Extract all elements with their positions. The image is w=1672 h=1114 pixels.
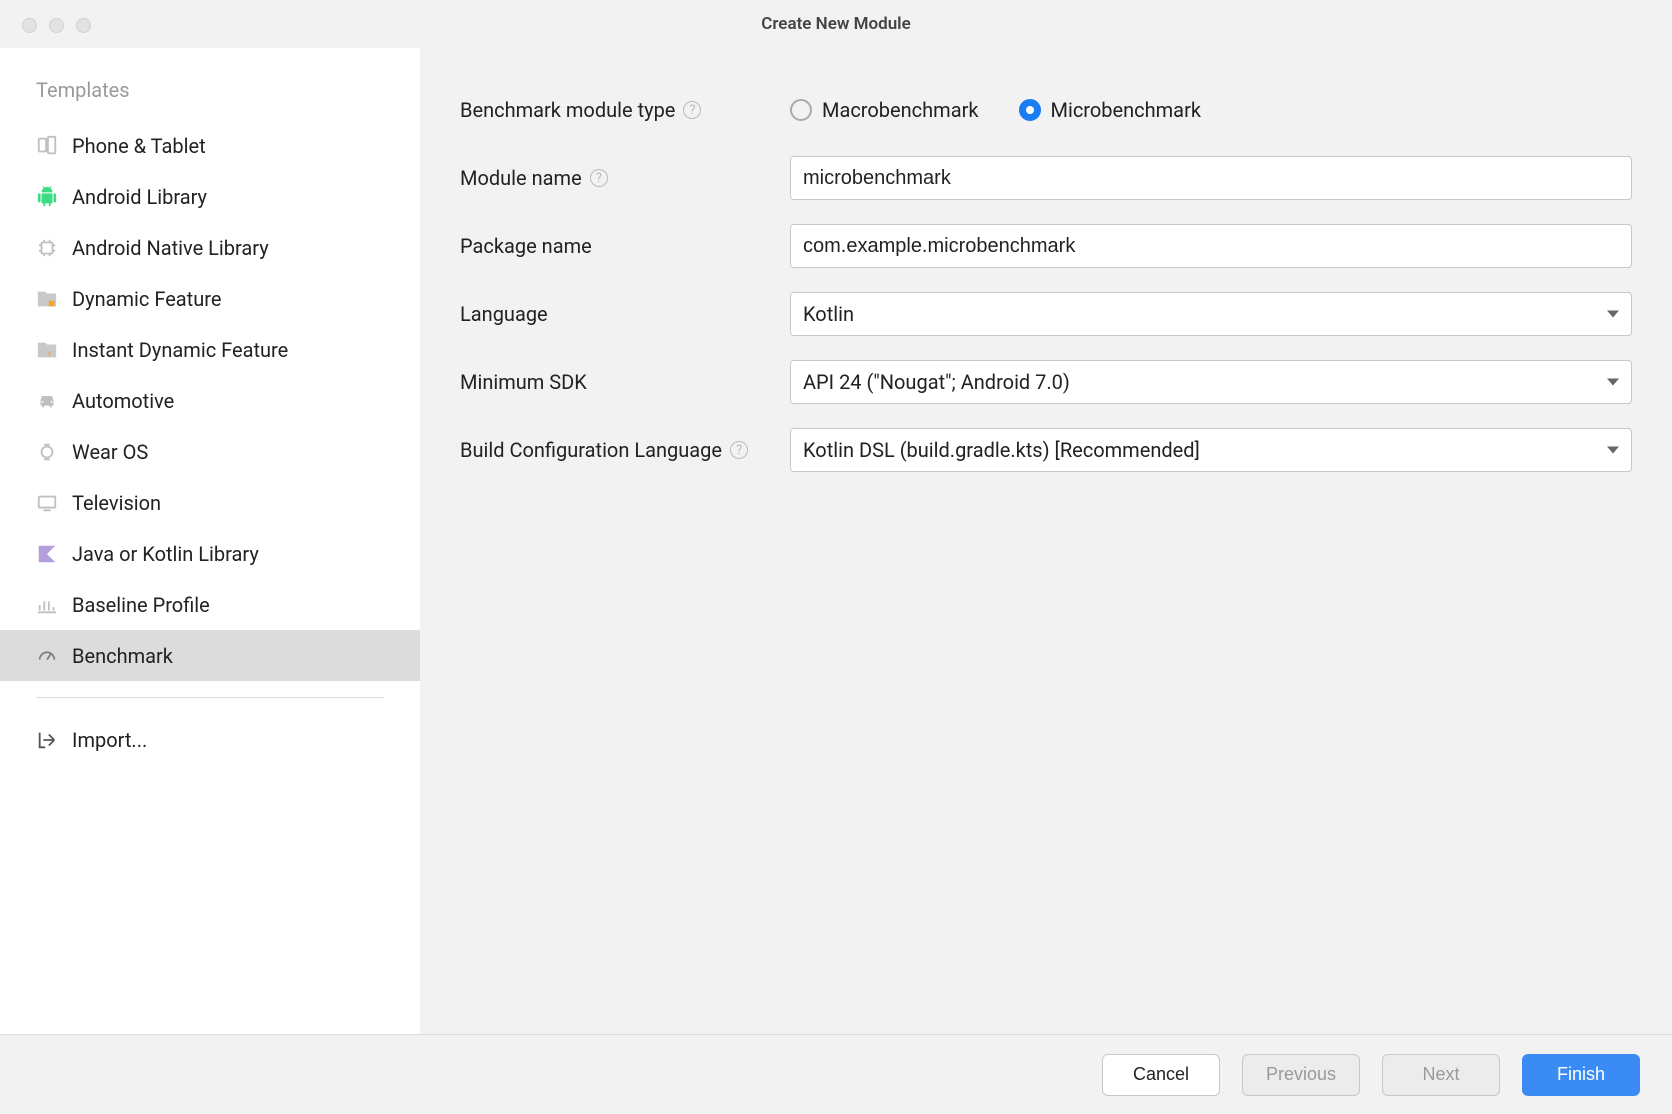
zoom-window-button[interactable] — [76, 18, 91, 33]
sidebar-item-label: Import... — [72, 728, 147, 752]
language-select[interactable]: Kotlin — [790, 292, 1632, 336]
sidebar-item-label: Wear OS — [72, 440, 148, 464]
label-minimum-sdk: Minimum SDK — [460, 370, 790, 394]
sidebar-item-label: Television — [72, 491, 161, 515]
window-title: Create New Module — [16, 14, 1656, 34]
finish-button[interactable]: Finish — [1522, 1054, 1640, 1096]
footer: Cancel Previous Next Finish — [0, 1034, 1672, 1114]
help-icon[interactable]: ? — [590, 169, 608, 187]
sidebar: Templates Phone & Tablet Android Library — [0, 48, 420, 1034]
folder-instant-icon — [36, 339, 58, 361]
sidebar-item-television[interactable]: Television — [0, 477, 420, 528]
sidebar-item-phone-tablet[interactable]: Phone & Tablet — [0, 120, 420, 171]
package-name-input[interactable] — [790, 224, 1632, 268]
select-value: API 24 ("Nougat"; Android 7.0) — [803, 370, 1070, 394]
android-icon — [36, 186, 58, 208]
phone-tablet-icon — [36, 135, 58, 157]
sidebar-item-label: Instant Dynamic Feature — [72, 338, 288, 362]
chevron-down-icon — [1607, 379, 1619, 386]
content-area: Templates Phone & Tablet Android Library — [0, 48, 1672, 1034]
template-list: Phone & Tablet Android Library Android N… — [0, 120, 420, 681]
minimum-sdk-select[interactable]: API 24 ("Nougat"; Android 7.0) — [790, 360, 1632, 404]
sidebar-item-label: Automotive — [72, 389, 174, 413]
chevron-down-icon — [1607, 311, 1619, 318]
label-text: Benchmark module type — [460, 98, 675, 122]
label-text: Module name — [460, 166, 582, 190]
sidebar-item-automotive[interactable]: Automotive — [0, 375, 420, 426]
row-language: Language Kotlin — [460, 292, 1632, 336]
form-panel: Benchmark module type ? Macrobenchmark M… — [420, 48, 1672, 1034]
next-button[interactable]: Next — [1382, 1054, 1500, 1096]
help-icon[interactable]: ? — [683, 101, 701, 119]
window-controls — [22, 18, 91, 33]
radio-circle-icon — [1019, 99, 1041, 121]
row-benchmark-type: Benchmark module type ? Macrobenchmark M… — [460, 88, 1632, 132]
sidebar-item-label: Android Native Library — [72, 236, 269, 260]
baseline-icon — [36, 594, 58, 616]
sidebar-item-wear-os[interactable]: Wear OS — [0, 426, 420, 477]
sidebar-item-instant-dynamic-feature[interactable]: Instant Dynamic Feature — [0, 324, 420, 375]
previous-button[interactable]: Previous — [1242, 1054, 1360, 1096]
minimize-window-button[interactable] — [49, 18, 64, 33]
cancel-button[interactable]: Cancel — [1102, 1054, 1220, 1096]
label-package-name: Package name — [460, 234, 790, 258]
label-benchmark-type: Benchmark module type ? — [460, 98, 790, 122]
row-build-config: Build Configuration Language ? Kotlin DS… — [460, 428, 1632, 472]
folder-dynamic-icon — [36, 288, 58, 310]
label-text: Package name — [460, 234, 592, 258]
label-language: Language — [460, 302, 790, 326]
dialog-window: Create New Module Templates Phone & Tabl… — [0, 0, 1672, 1114]
radio-circle-icon — [790, 99, 812, 121]
watch-icon — [36, 441, 58, 463]
sidebar-item-android-native-library[interactable]: Android Native Library — [0, 222, 420, 273]
gauge-icon — [36, 645, 58, 667]
kotlin-icon — [36, 543, 58, 565]
label-text: Language — [460, 302, 548, 326]
module-name-input[interactable] — [790, 156, 1632, 200]
chevron-down-icon — [1607, 447, 1619, 454]
sidebar-item-baseline-profile[interactable]: Baseline Profile — [0, 579, 420, 630]
radio-microbenchmark[interactable]: Microbenchmark — [1019, 98, 1201, 122]
benchmark-type-radio-group: Macrobenchmark Microbenchmark — [790, 98, 1632, 122]
sidebar-item-label: Baseline Profile — [72, 593, 210, 617]
car-icon — [36, 390, 58, 412]
label-module-name: Module name ? — [460, 166, 790, 190]
form: Benchmark module type ? Macrobenchmark M… — [460, 88, 1632, 472]
import-icon — [36, 729, 58, 751]
build-config-select[interactable]: Kotlin DSL (build.gradle.kts) [Recommend… — [790, 428, 1632, 472]
sidebar-header: Templates — [0, 58, 420, 120]
row-module-name: Module name ? — [460, 156, 1632, 200]
sidebar-item-label: Java or Kotlin Library — [72, 542, 259, 566]
tv-icon — [36, 492, 58, 514]
label-build-config: Build Configuration Language ? — [460, 438, 790, 462]
titlebar: Create New Module — [0, 0, 1672, 48]
sidebar-item-label: Benchmark — [72, 644, 173, 668]
row-package-name: Package name — [460, 224, 1632, 268]
label-text: Build Configuration Language — [460, 438, 722, 462]
label-text: Minimum SDK — [460, 370, 587, 394]
radio-label: Microbenchmark — [1051, 98, 1201, 122]
chip-icon — [36, 237, 58, 259]
help-icon[interactable]: ? — [730, 441, 748, 459]
sidebar-item-java-kotlin-library[interactable]: Java or Kotlin Library — [0, 528, 420, 579]
sidebar-item-import[interactable]: Import... — [0, 714, 420, 765]
radio-label: Macrobenchmark — [822, 98, 979, 122]
row-minimum-sdk: Minimum SDK API 24 ("Nougat"; Android 7.… — [460, 360, 1632, 404]
sidebar-item-label: Dynamic Feature — [72, 287, 221, 311]
radio-macrobenchmark[interactable]: Macrobenchmark — [790, 98, 979, 122]
sidebar-item-android-library[interactable]: Android Library — [0, 171, 420, 222]
sidebar-item-benchmark[interactable]: Benchmark — [0, 630, 420, 681]
sidebar-item-label: Android Library — [72, 185, 207, 209]
sidebar-item-dynamic-feature[interactable]: Dynamic Feature — [0, 273, 420, 324]
sidebar-item-label: Phone & Tablet — [72, 134, 206, 158]
sidebar-divider — [36, 697, 384, 698]
select-value: Kotlin DSL (build.gradle.kts) [Recommend… — [803, 438, 1200, 462]
close-window-button[interactable] — [22, 18, 37, 33]
select-value: Kotlin — [803, 302, 854, 326]
